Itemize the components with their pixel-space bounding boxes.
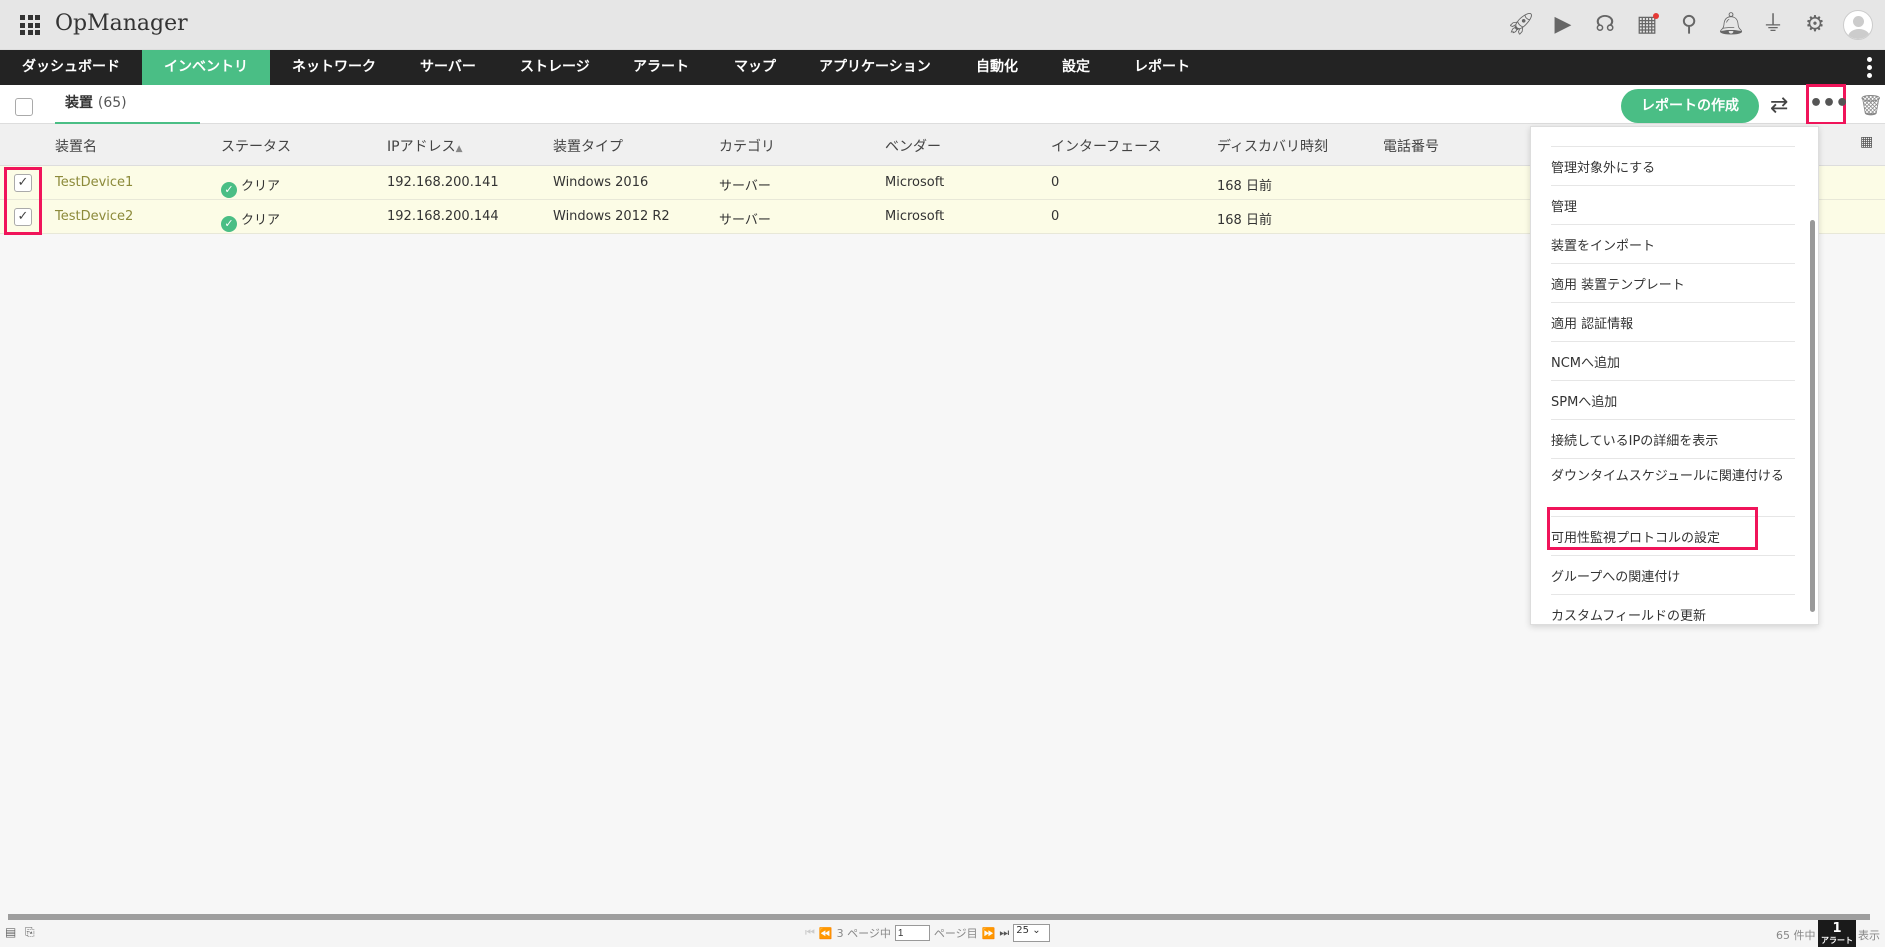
nav-map[interactable]: マップ: [712, 50, 798, 85]
nav-alarms[interactable]: アラート: [611, 50, 711, 85]
alarm-badge[interactable]: 1 アラート: [1818, 920, 1856, 947]
nav-automation[interactable]: 自動化: [954, 50, 1040, 85]
column-chooser-icon[interactable]: ▦: [1860, 134, 1873, 150]
category-cell: サーバー: [719, 213, 771, 228]
menu-item-group[interactable]: グループへの関連付け: [1551, 556, 1795, 595]
rocket-icon[interactable]: 🚀︎: [1507, 11, 1535, 39]
discovery-cell: 168 日前: [1217, 213, 1272, 228]
menu-item-apply-template[interactable]: 適用 装置テンプレート: [1551, 264, 1795, 303]
calculator-icon[interactable]: ▤: [5, 925, 16, 939]
headset-icon[interactable]: ☊: [1591, 11, 1619, 39]
pagination: ⏮ ⏪ 3 ページ中 ページ目 ⏩ ⏭ 25 ⌄: [805, 921, 1051, 945]
col-ip[interactable]: IPアドレス▲: [387, 136, 463, 156]
nav-network[interactable]: ネットワーク: [270, 50, 398, 85]
checkbox-highlight: [4, 167, 42, 235]
nav-inventory[interactable]: インベントリ: [142, 50, 270, 85]
more-actions-menu: 管理対象外にする 管理 装置をインポート 適用 装置テンプレート 適用 認証情報…: [1530, 126, 1819, 625]
next-page-icon[interactable]: ⏩: [982, 927, 996, 940]
check-circle-icon: ✓: [221, 216, 237, 232]
type-cell: Windows 2016: [553, 175, 649, 190]
nav-storage[interactable]: ストレージ: [498, 50, 612, 85]
status-cell: ✓ クリア: [221, 175, 280, 198]
interfaces-cell: 0: [1051, 209, 1060, 224]
nav-reports[interactable]: レポート: [1112, 50, 1212, 85]
status-cell: ✓ クリア: [221, 209, 280, 232]
col-phone[interactable]: 電話番号: [1383, 136, 1439, 156]
menu-item-highlight: [1547, 507, 1758, 550]
plug-icon[interactable]: ⏚: [1759, 11, 1787, 39]
nav-applications[interactable]: アプリケーション: [797, 50, 953, 85]
col-status[interactable]: ステータス: [221, 136, 291, 156]
more-actions-button[interactable]: •••: [1806, 84, 1849, 125]
menu-divider: [1551, 127, 1795, 147]
device-name-link[interactable]: TestDevice2: [55, 209, 133, 224]
interfaces-cell: 0: [1051, 175, 1060, 190]
menu-item-apply-credentials[interactable]: 適用 認証情報: [1551, 303, 1795, 342]
export-icon[interactable]: ⎘: [25, 925, 35, 940]
category-cell: サーバー: [719, 179, 771, 194]
ip-cell: 192.168.200.141: [387, 175, 499, 190]
ip-cell: 192.168.200.144: [387, 209, 499, 224]
create-report-button[interactable]: レポートの作成: [1621, 89, 1759, 123]
first-page-icon[interactable]: ⏮: [805, 926, 815, 940]
toolbar: 装置 (65) レポートの作成 ⇄ ••• 🗑︎: [0, 84, 1885, 125]
page-prefix: 3 ページ中: [836, 927, 891, 940]
device-name-link[interactable]: TestDevice1: [55, 175, 133, 190]
status-text: クリア: [241, 179, 281, 194]
gift-icon[interactable]: ▦: [1633, 11, 1661, 39]
menu-item-connected-ip[interactable]: 接続しているIPの詳細を表示: [1551, 420, 1795, 459]
display-text: 表示: [1858, 929, 1880, 942]
nav-server[interactable]: サーバー: [398, 50, 498, 85]
trash-icon[interactable]: 🗑︎: [1858, 93, 1883, 117]
menu-item-unmanage[interactable]: 管理対象外にする: [1551, 147, 1795, 186]
menu-scrollbar[interactable]: [1810, 220, 1815, 612]
page-size-select[interactable]: 25 ⌄: [1013, 924, 1051, 942]
gear-icon[interactable]: ⚙: [1801, 11, 1829, 39]
check-circle-icon: ✓: [221, 182, 237, 198]
menu-item-add-spm[interactable]: SPMへ追加: [1551, 381, 1795, 420]
page-suffix: ページ目: [933, 927, 978, 940]
nav-dashboard[interactable]: ダッシュボード: [0, 50, 142, 85]
footer: ▤ ⎘ ⏮ ⏪ 3 ページ中 ページ目 ⏩ ⏭ 25 ⌄ 65 件中 1アラート…: [0, 920, 1885, 947]
tab-label: 装置: [65, 95, 93, 111]
col-device-type[interactable]: 装置タイプ: [553, 136, 623, 156]
bell-icon[interactable]: 🔔︎: [1717, 11, 1745, 39]
page-input[interactable]: [894, 925, 930, 941]
tab-count: (65): [97, 95, 127, 111]
record-count: 65 件中: [1776, 929, 1816, 942]
col-category[interactable]: カテゴリ: [719, 136, 775, 156]
app-title: OpManager: [55, 11, 188, 36]
last-page-icon[interactable]: ⏭: [999, 926, 1009, 940]
nav-settings[interactable]: 設定: [1040, 50, 1112, 85]
col-vendor[interactable]: ベンダー: [885, 136, 941, 156]
menu-item-manage[interactable]: 管理: [1551, 186, 1795, 225]
col-device-name[interactable]: 装置名: [55, 136, 97, 156]
alarm-label: アラート: [1821, 936, 1853, 945]
user-avatar-icon[interactable]: [1843, 10, 1873, 40]
select-all-checkbox[interactable]: [15, 98, 33, 116]
main-nav: ダッシュボード インベントリ ネットワーク サーバー ストレージ アラート マッ…: [0, 50, 1885, 85]
col-discovery-time[interactable]: ディスカバリ時刻: [1217, 136, 1328, 156]
link-icon[interactable]: ⇄: [1770, 93, 1788, 118]
menu-item-import[interactable]: 装置をインポート: [1551, 225, 1795, 264]
alarm-count: 1: [1832, 921, 1842, 936]
discovery-cell: 168 日前: [1217, 179, 1272, 194]
vendor-cell: Microsoft: [885, 209, 945, 224]
menu-item-custom-fields[interactable]: カスタムフィールドの更新: [1551, 595, 1795, 634]
search-icon[interactable]: ⚲: [1675, 11, 1703, 39]
vendor-cell: Microsoft: [885, 175, 945, 190]
top-bar: OpManager 🚀︎ ▶ ☊ ▦ ⚲ 🔔︎ ⏚ ⚙: [0, 0, 1885, 50]
menu-item-add-ncm[interactable]: NCMへ追加: [1551, 342, 1795, 381]
more-vertical-icon[interactable]: [1867, 57, 1873, 81]
prev-page-icon[interactable]: ⏪: [819, 927, 833, 940]
apps-grid-icon[interactable]: [20, 15, 40, 35]
col-ip-label: IPアドレス: [387, 139, 456, 155]
col-interfaces[interactable]: インターフェース: [1051, 136, 1161, 156]
presentation-icon[interactable]: ▶: [1549, 11, 1577, 39]
type-cell: Windows 2012 R2: [553, 209, 670, 224]
tab-devices[interactable]: 装置 (65): [55, 85, 200, 124]
status-text: クリア: [241, 213, 281, 228]
page-size-value: 25: [1016, 925, 1030, 936]
sort-icon: ▲: [455, 144, 463, 154]
